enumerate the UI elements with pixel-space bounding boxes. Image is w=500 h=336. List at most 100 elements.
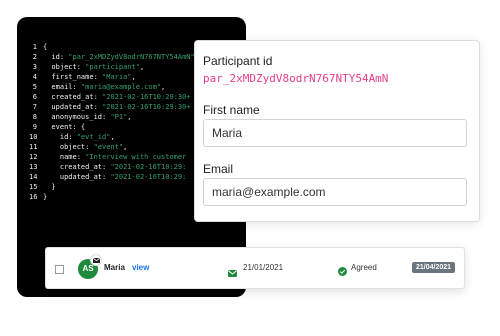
code-line: 1{ [29,42,195,52]
code-string-token: "Interview with customer [85,153,187,161]
code-line: 12 name: "Interview with customer [29,152,195,162]
code-text: first_name: "Maria", [43,72,136,82]
participant-id-value: par_2xMDZydV8odrN767NTY54AmN [203,72,389,85]
code-line: 3 object: "participant", [29,62,195,72]
view-link[interactable]: view [132,263,149,272]
line-number: 7 [32,103,37,111]
code-text: updated_at: "2021-02-16T10:29:30+ [43,102,191,112]
code-text: object: "participant", [43,62,144,72]
code-string-token: "evt_id" [76,133,111,141]
code-line: 8 anonymous_id: "P1", [29,112,195,122]
line-number: 3 [32,63,37,71]
code-line: 7 updated_at: "2021-02-16T10:29:30+ [29,102,195,112]
code-token: } [43,193,48,201]
mail-icon [228,264,237,282]
line-number: 2 [32,53,37,61]
participant-id-label: Participant id [203,54,273,68]
line-number: 10 [29,133,38,141]
code-string-token: "2021-02-16T10:29:30+ [102,103,191,111]
code-text: updated_at: "2021-02-16T10:29: [43,172,186,182]
code-string-token: "maria@example.com" [80,83,162,91]
envelope-badge-icon [90,254,102,266]
participant-name: Maria [104,263,125,272]
code-line: 11 object: "event", [29,142,195,152]
line-number: 8 [32,113,37,121]
code-token: event: { [43,123,86,131]
code-text: { [43,42,47,52]
code-text: created_at: "2021-02-16T10:29:30+ [43,92,191,102]
code-token: object: [43,143,94,151]
code-string-token: "Maria" [102,73,132,81]
code-text: id: "par_2xMDZydV8odrN767NTY54AmN" [43,52,195,62]
line-number: 14 [29,173,38,181]
code-text: } [43,192,47,202]
code-token: , [139,63,145,71]
date-badge: 21/04/2021 [412,262,456,273]
code-token: email: [43,83,81,91]
email-input[interactable] [203,178,467,206]
code-token: } [43,183,56,191]
participant-card: Participant id par_2xMDZydV8odrN767NTY54… [194,40,480,222]
code-line: 16} [29,192,195,202]
code-token: object: [43,63,86,71]
email-label: Email [203,162,234,176]
code-string-token: "2021-02-16T10:29:30+ [102,93,191,101]
line-number: 12 [29,153,38,161]
line-number: 1 [32,43,37,51]
code-string-token: "2021-02-16T10:29: [110,173,187,181]
code-line: 4 first_name: "Maria", [29,72,195,82]
code-token: name: [43,153,86,161]
line-number: 11 [29,143,38,151]
code-text: id: "evt_id", [43,132,115,142]
code-block: 1{2 id: "par_2xMDZydV8odrN767NTY54AmN" 3 … [29,42,195,202]
line-number: 6 [32,93,37,101]
code-line: 15 } [29,182,195,192]
participant-row[interactable]: AS Maria view 21/01/2021 Agreed 21/04/20… [45,247,465,289]
line-number: 5 [32,83,37,91]
code-text: name: "Interview with customer [43,152,186,162]
code-text: created_at: "2021-02-16T10:29: [43,162,186,172]
code-string-token: "event" [93,143,124,151]
code-string-token: "participant" [85,63,140,71]
code-line: 10 id: "evt_id", [29,132,195,142]
code-token: anonymous_id: [43,113,111,121]
code-string-token: "P1" [110,113,128,121]
code-line: 9 event: { [29,122,195,132]
code-token: updated_at: [43,173,111,181]
line-number: 4 [32,73,37,81]
line-number: 9 [32,123,37,131]
status-text: Agreed [351,263,377,272]
code-text: anonymous_id: "P1", [43,112,132,122]
code-text: event: { [43,122,85,132]
line-number: 16 [29,193,38,201]
code-line: 14 updated_at: "2021-02-16T10:29: [29,172,195,182]
check-circle-icon [338,263,347,281]
code-text: object: "event", [43,142,127,152]
code-token: { [43,43,48,51]
code-text: } [43,182,56,192]
code-token: created_at: [43,93,103,101]
code-string-token: "2021-02-16T10:29: [110,163,187,171]
code-token: updated_at: [43,103,103,111]
code-line: 6 created_at: "2021-02-16T10:29:30+ [29,92,195,102]
code-token: id: [43,133,77,141]
code-text: email: "maria@example.com", [43,82,165,92]
code-token: created_at: [43,163,111,171]
first-name-label: First name [203,103,260,117]
code-token: , [131,73,136,81]
code-string-token: "par_2xMDZydV8odrN767NTY54AmN" [68,53,195,61]
code-token: first_name: [43,73,103,81]
code-token: id: [43,53,69,61]
invite-date: 21/01/2021 [243,263,284,272]
code-line: 5 email: "maria@example.com", [29,82,195,92]
first-name-input[interactable] [203,119,467,147]
code-token: , [127,113,132,121]
row-checkbox[interactable] [55,265,64,274]
line-number: 15 [29,183,38,191]
code-token: , [110,133,115,141]
code-token: , [161,83,166,91]
code-line: 2 id: "par_2xMDZydV8odrN767NTY54AmN" [29,52,195,62]
code-line: 13 created_at: "2021-02-16T10:29: [29,162,195,172]
line-number: 13 [29,163,38,171]
code-token: , [123,143,128,151]
